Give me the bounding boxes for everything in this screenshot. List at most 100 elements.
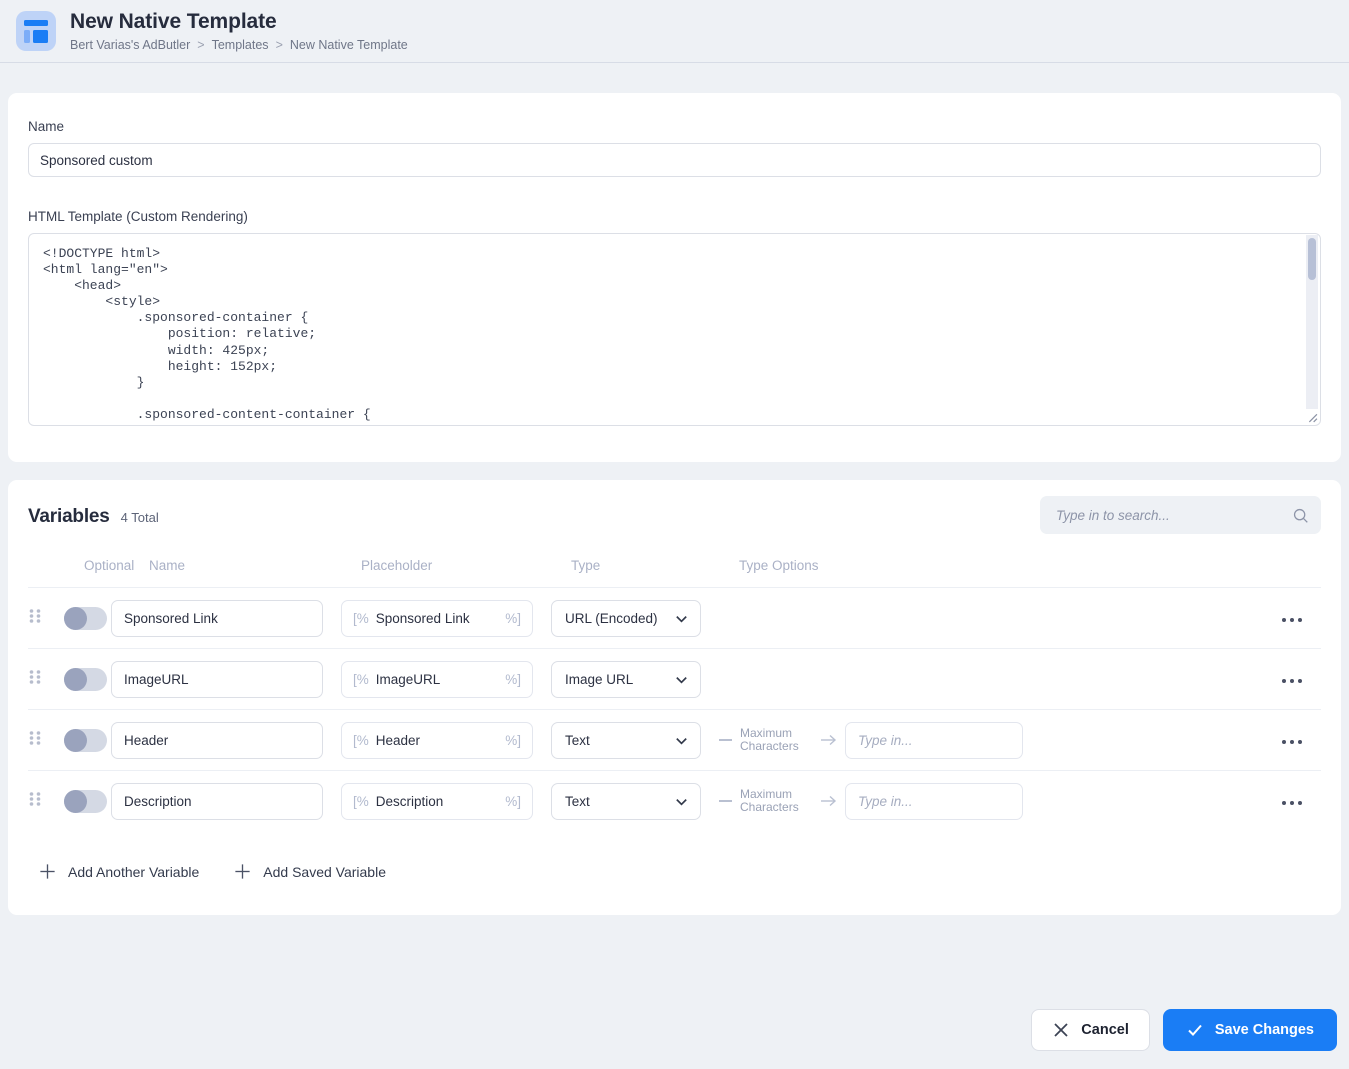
drag-handle[interactable]: [28, 607, 64, 630]
type-options-cell: Maximum Characters: [719, 721, 1263, 759]
optional-toggle[interactable]: [64, 606, 107, 630]
variable-type-value: URL (Encoded): [565, 610, 658, 626]
code-scrollbar[interactable]: [1306, 235, 1318, 409]
variables-column-headers: Optional Name Placeholder Type Type Opti…: [28, 558, 1321, 587]
max-characters-label-line2: Characters: [740, 739, 799, 753]
variables-title: Variables: [28, 506, 110, 527]
placeholder-open-bracket: [%: [353, 610, 369, 626]
variable-placeholder-display[interactable]: [% Sponsored Link %]: [341, 599, 533, 637]
placeholder-name: Description: [375, 793, 444, 809]
breadcrumb-item-templates[interactable]: Templates: [212, 38, 269, 52]
arrow-right-icon: [821, 734, 837, 746]
toggle-knob: [64, 667, 87, 691]
breadcrumb-item-account[interactable]: Bert Varias's AdButler: [70, 38, 190, 52]
drag-handle[interactable]: [28, 790, 64, 813]
chevron-down-icon: [676, 798, 687, 806]
optional-toggle[interactable]: [64, 789, 107, 813]
variable-type-select[interactable]: Text: [551, 721, 701, 759]
variable-placeholder-display[interactable]: [% Header %]: [341, 721, 533, 759]
variable-name-input[interactable]: [111, 721, 323, 759]
placeholder-close-bracket: %]: [505, 671, 521, 687]
variable-type-select[interactable]: URL (Encoded): [551, 599, 701, 637]
icon-left-block: [24, 30, 30, 43]
optional-toggle-cell: [64, 667, 111, 691]
add-saved-variable-button[interactable]: Add Saved Variable: [233, 862, 386, 881]
type-options-cell: Maximum Characters: [719, 782, 1263, 820]
variables-search-box[interactable]: [1040, 496, 1321, 534]
name-label: Name: [28, 119, 65, 134]
optional-toggle-cell: [64, 789, 111, 813]
max-characters-input[interactable]: [845, 782, 1023, 820]
placeholder-name: Sponsored Link: [375, 610, 470, 626]
variable-name-input[interactable]: [111, 599, 323, 637]
icon-right-block: [33, 30, 48, 43]
row-menu-button[interactable]: [1276, 734, 1308, 750]
chevron-down-icon: [676, 615, 687, 623]
row-menu-button[interactable]: [1276, 795, 1308, 811]
add-another-variable-button[interactable]: Add Another Variable: [38, 862, 199, 881]
html-template-textarea[interactable]: <!DOCTYPE html> <html lang="en"> <head> …: [29, 234, 1320, 425]
plus-icon: [235, 864, 250, 879]
footer-actions: Cancel Save Changes: [0, 990, 1349, 1069]
optional-toggle[interactable]: [64, 728, 107, 752]
variables-header-row: Variables 4 Total: [28, 496, 1321, 534]
chevron-down-icon: [676, 737, 687, 745]
drag-handle[interactable]: [28, 668, 64, 691]
optional-toggle[interactable]: [64, 667, 107, 691]
toggle-knob: [64, 606, 87, 630]
option-dash-icon: [719, 800, 732, 802]
max-characters-label: Maximum Characters: [740, 726, 812, 754]
variables-card: Variables 4 Total Optional Name Placehol…: [8, 480, 1341, 915]
option-dash-icon: [719, 739, 732, 741]
variable-type-select[interactable]: Image URL: [551, 660, 701, 698]
variable-type-value: Text: [565, 793, 590, 809]
column-header-type-options: Type Options: [739, 558, 819, 573]
cancel-button-label: Cancel: [1081, 1021, 1129, 1038]
name-input[interactable]: [28, 143, 1321, 177]
max-characters-input[interactable]: [845, 721, 1023, 759]
optional-toggle-cell: [64, 606, 111, 630]
drag-handle[interactable]: [28, 729, 64, 752]
table-row: [% Description %] Text Maximum Char: [28, 770, 1321, 831]
add-saved-variable-label: Add Saved Variable: [263, 863, 386, 880]
save-changes-button[interactable]: Save Changes: [1162, 1008, 1337, 1051]
column-header-placeholder: Placeholder: [361, 558, 433, 573]
placeholder-open-bracket: [%: [353, 793, 369, 809]
variable-placeholder-display[interactable]: [% Description %]: [341, 782, 533, 820]
icon-top-bar: [24, 20, 48, 26]
html-template-label: HTML Template (Custom Rendering): [28, 209, 248, 224]
table-row: [% ImageURL %] Image URL: [28, 648, 1321, 709]
variable-placeholder-display[interactable]: [% ImageURL %]: [341, 660, 533, 698]
placeholder-close-bracket: %]: [505, 793, 521, 809]
header-text-group: New Native Template Bert Varias's AdButl…: [70, 10, 408, 52]
drag-handle-icon: [29, 791, 41, 806]
plus-icon: [40, 864, 55, 879]
breadcrumb-separator: >: [275, 38, 283, 53]
variable-name-input[interactable]: [111, 782, 323, 820]
variable-type-select[interactable]: Text: [551, 782, 701, 820]
save-changes-button-label: Save Changes: [1214, 1021, 1314, 1038]
variable-name-input[interactable]: [111, 660, 323, 698]
cancel-button[interactable]: Cancel: [1031, 1008, 1150, 1051]
page-header: New Native Template Bert Varias's AdButl…: [0, 0, 1349, 63]
placeholder-name: Header: [375, 732, 421, 748]
page-content: Name HTML Template (Custom Rendering) <!…: [0, 63, 1349, 915]
search-icon: [1293, 508, 1308, 523]
add-another-variable-label: Add Another Variable: [68, 863, 200, 880]
breadcrumb-separator: >: [197, 38, 205, 53]
search-input[interactable]: [1054, 506, 1292, 524]
html-template-editor[interactable]: <!DOCTYPE html> <html lang="en"> <head> …: [28, 233, 1321, 426]
toggle-knob: [64, 728, 87, 752]
table-row: [% Sponsored Link %] URL (Encoded): [28, 587, 1321, 648]
resize-grip-icon[interactable]: [1305, 410, 1318, 423]
template-details-card: Name HTML Template (Custom Rendering) <!…: [8, 93, 1341, 462]
add-variable-actions: Add Another Variable Add Saved Variable: [28, 862, 1321, 881]
row-menu-button[interactable]: [1276, 673, 1308, 689]
column-header-name: Name: [149, 558, 186, 573]
max-characters-label-line2: Characters: [740, 800, 799, 814]
row-menu-button[interactable]: [1276, 612, 1308, 628]
chevron-down-icon: [676, 676, 687, 684]
code-scrollbar-thumb[interactable]: [1308, 238, 1316, 280]
drag-handle-icon: [29, 669, 41, 684]
column-header-optional: Optional: [84, 558, 135, 573]
